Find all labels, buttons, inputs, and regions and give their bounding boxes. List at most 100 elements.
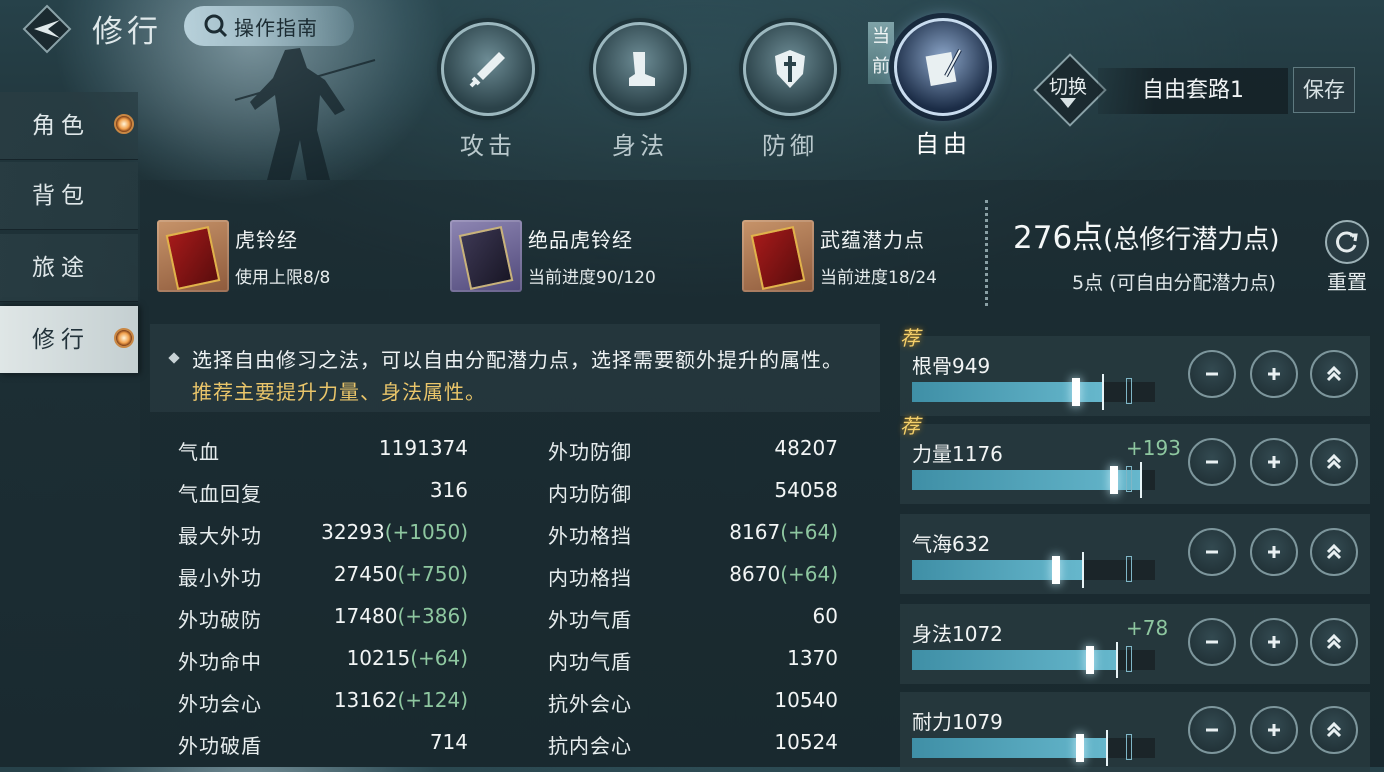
character-silhouette bbox=[234, 48, 376, 180]
sidebar-item-bag[interactable]: 背包 bbox=[0, 162, 138, 230]
save-button[interactable]: 保存 bbox=[1293, 67, 1355, 113]
chevron-down-icon bbox=[1060, 98, 1076, 108]
stat-value: 316 bbox=[429, 478, 468, 502]
stat-label: 内功格挡 bbox=[548, 566, 632, 590]
max-button[interactable] bbox=[1310, 618, 1358, 666]
stat-value: 60 bbox=[812, 604, 838, 628]
stat-value: 17480(+386) bbox=[333, 604, 468, 628]
increase-button[interactable] bbox=[1250, 350, 1298, 398]
sidebar-item-cultivation[interactable]: 修行 bbox=[0, 306, 138, 374]
attribute-name: 身法1072 bbox=[912, 622, 1003, 646]
sidebar-item-character[interactable]: 角色 bbox=[0, 92, 138, 160]
stat-value: 27450(+750) bbox=[333, 562, 468, 586]
notification-dot-icon bbox=[114, 114, 134, 134]
double-chevron-up-icon bbox=[1326, 365, 1342, 382]
stat-value: 13162(+124) bbox=[333, 688, 468, 712]
guide-label: 操作指南 bbox=[234, 15, 318, 40]
search-icon bbox=[204, 14, 228, 38]
stat-value: 48207 bbox=[774, 436, 838, 460]
double-chevron-up-icon bbox=[1326, 633, 1342, 650]
attribute-row: 气海632 bbox=[900, 514, 1370, 594]
stat-label: 内功防御 bbox=[548, 482, 632, 506]
stat-row: 外功命中 10215(+64) 内功气盾 1370 bbox=[178, 646, 878, 688]
switch-preset-button[interactable]: 切换 bbox=[1033, 53, 1107, 127]
sidebar-item-journey[interactable]: 旅途 bbox=[0, 234, 138, 302]
stat-value: 8167(+64) bbox=[729, 520, 838, 544]
stat-label: 外功格挡 bbox=[548, 524, 632, 548]
increase-button[interactable] bbox=[1250, 528, 1298, 576]
stat-label: 外功破防 bbox=[178, 608, 262, 632]
book-item-icon bbox=[742, 220, 814, 292]
attribute-name: 力量1176 bbox=[912, 442, 1003, 466]
stat-row: 最大外功 32293(+1050) 外功格挡 8167(+64) bbox=[178, 520, 878, 562]
minus-icon bbox=[1206, 460, 1218, 464]
refresh-icon bbox=[1336, 231, 1358, 253]
progress-glow bbox=[1086, 646, 1094, 674]
max-button[interactable] bbox=[1310, 706, 1358, 754]
preset-name: 自由套路1 bbox=[1098, 68, 1288, 114]
stat-row: 气血回复 316 内功防御 54058 bbox=[178, 478, 878, 520]
stat-value: 1370 bbox=[787, 646, 838, 670]
book-item-icon bbox=[450, 220, 522, 292]
decrease-button[interactable] bbox=[1188, 618, 1236, 666]
tab-defense[interactable]: 防御 bbox=[740, 22, 840, 161]
reset-button[interactable]: 重置 bbox=[1322, 220, 1372, 295]
item-progress: 当前进度90/120 bbox=[528, 268, 656, 288]
max-button[interactable] bbox=[1310, 528, 1358, 576]
stat-label: 最大外功 bbox=[178, 524, 262, 548]
progress-marker bbox=[1126, 556, 1132, 582]
attribute-progress-bar bbox=[912, 730, 1155, 766]
sword-icon bbox=[469, 52, 505, 88]
stat-value: 54058 bbox=[774, 478, 838, 502]
attribute-row: 荐力量1176 +193 bbox=[900, 414, 1370, 504]
item-premium-tiger-bell-scripture[interactable]: 绝品虎铃经 当前进度90/120 bbox=[450, 220, 656, 292]
progress-marker bbox=[1126, 378, 1132, 404]
shield-icon bbox=[775, 50, 805, 88]
stat-row: 气血 1191374 外功防御 48207 bbox=[178, 436, 878, 478]
tab-movement-label: 身法 bbox=[612, 132, 668, 160]
stat-label: 气血回复 bbox=[178, 482, 262, 506]
plus-icon bbox=[1268, 724, 1280, 736]
item-tiger-bell-scripture[interactable]: 虎铃经 使用上限8/8 bbox=[157, 220, 330, 292]
stat-label: 气血 bbox=[178, 440, 220, 464]
item-name: 绝品虎铃经 bbox=[528, 228, 633, 252]
decrease-button[interactable] bbox=[1188, 438, 1236, 486]
stat-row: 外功破防 17480(+386) 外功气盾 60 bbox=[178, 604, 878, 646]
max-button[interactable] bbox=[1310, 438, 1358, 486]
attribute-name: 气海632 bbox=[912, 532, 991, 556]
increase-button[interactable] bbox=[1250, 618, 1298, 666]
max-button[interactable] bbox=[1310, 350, 1358, 398]
attribute-progress-bar bbox=[912, 642, 1155, 678]
item-martial-potential[interactable]: 武蕴潜力点 当前进度18/24 bbox=[742, 220, 937, 292]
decrease-button[interactable] bbox=[1188, 350, 1236, 398]
decrease-button[interactable] bbox=[1188, 528, 1236, 576]
app-logo-icon[interactable] bbox=[22, 4, 72, 54]
increase-button[interactable] bbox=[1250, 706, 1298, 754]
stat-row: 最小外功 27450(+750) 内功格挡 8670(+64) bbox=[178, 562, 878, 604]
decrease-button[interactable] bbox=[1188, 706, 1236, 754]
tab-free[interactable]: 自由 bbox=[893, 18, 993, 159]
plus-icon bbox=[1268, 546, 1280, 558]
attribute-name: 根骨949 bbox=[912, 354, 991, 378]
current-tag: 当前 bbox=[868, 22, 894, 84]
stat-value: 8670(+64) bbox=[729, 562, 838, 586]
stat-value: 10540 bbox=[774, 688, 838, 712]
boot-icon bbox=[629, 52, 655, 86]
double-chevron-up-icon bbox=[1326, 543, 1342, 560]
description-text: 选择自由修习之法，可以自由分配潜力点，选择需要额外提升的属性。 bbox=[192, 348, 843, 372]
divider bbox=[985, 200, 988, 306]
double-chevron-up-icon bbox=[1326, 721, 1342, 738]
page-title: 修行 bbox=[92, 14, 162, 50]
progress-marker bbox=[1126, 734, 1132, 760]
free-points: 5点 (可自由分配潜力点) bbox=[1072, 272, 1276, 294]
increase-button[interactable] bbox=[1250, 438, 1298, 486]
attribute-bonus: +193 bbox=[1126, 436, 1181, 460]
minus-icon bbox=[1206, 728, 1218, 732]
stat-value: 10215(+64) bbox=[346, 646, 468, 670]
tab-movement[interactable]: 身法 bbox=[590, 22, 690, 161]
item-progress: 当前进度18/24 bbox=[820, 268, 937, 288]
tab-free-label: 自由 bbox=[915, 130, 971, 158]
guide-button[interactable]: 操作指南 bbox=[184, 6, 354, 46]
item-progress: 使用上限8/8 bbox=[235, 268, 331, 288]
tab-attack[interactable]: 攻击 bbox=[438, 22, 538, 161]
